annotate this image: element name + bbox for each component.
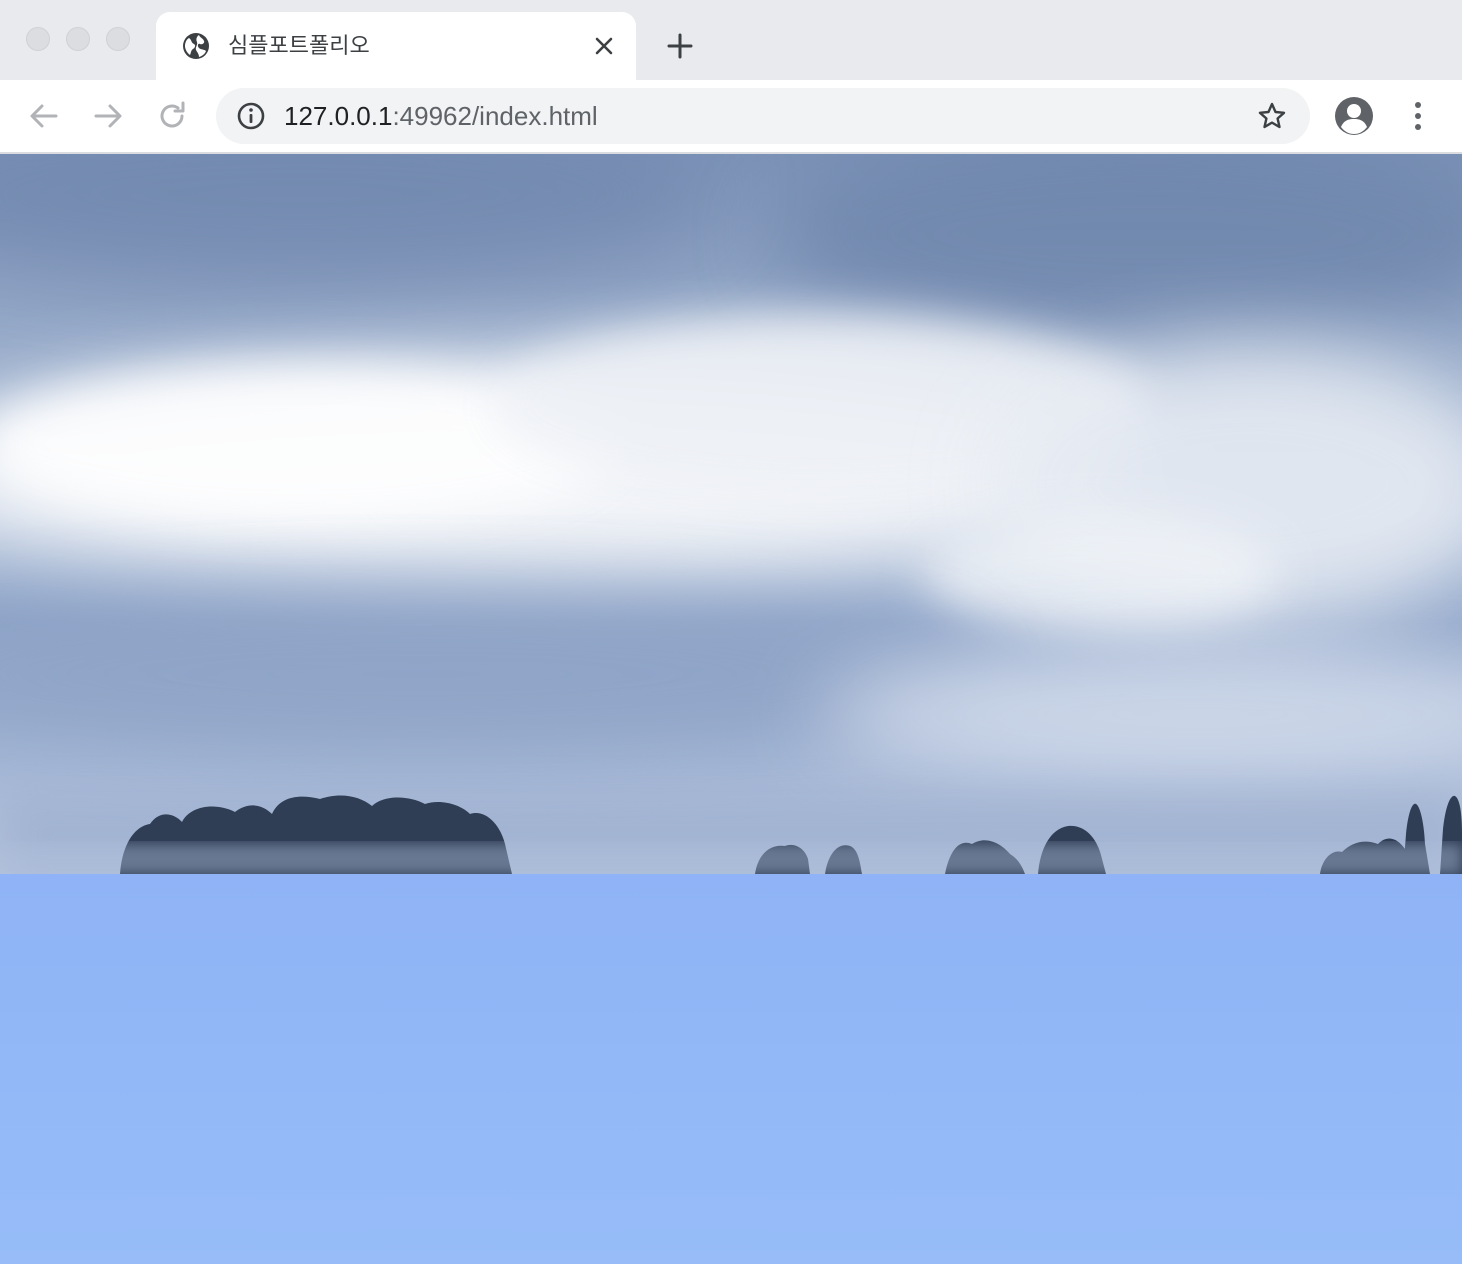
- window-close-button[interactable]: [26, 27, 50, 51]
- hero-image: [0, 154, 1462, 874]
- globe-icon: [183, 33, 209, 59]
- tab-title: 심플포트폴리오: [228, 33, 370, 58]
- url-text[interactable]: 127.0.0.1:49962/index.html: [284, 101, 598, 131]
- window-minimize-button[interactable]: [66, 27, 90, 51]
- cloudy-sky-image: [0, 154, 1462, 874]
- plus-icon[interactable]: [664, 30, 696, 62]
- account-circle-icon[interactable]: [1332, 94, 1376, 138]
- toolbar: 127.0.0.1:49962/index.html: [0, 80, 1462, 154]
- tab-strip: 심플포트폴리오: [0, 0, 1462, 80]
- address-bar[interactable]: 127.0.0.1:49962/index.html: [216, 88, 1310, 144]
- kebab-menu-icon[interactable]: [1402, 98, 1434, 134]
- close-icon[interactable]: [590, 32, 618, 60]
- url-path: :49962/index.html: [392, 101, 598, 131]
- sky-background-section: [0, 874, 1462, 1264]
- page-viewport: [0, 154, 1462, 1264]
- arrow-right-icon[interactable]: [90, 98, 126, 134]
- reload-icon[interactable]: [154, 98, 190, 134]
- star-icon[interactable]: [1256, 100, 1288, 132]
- arrow-left-icon[interactable]: [26, 98, 62, 134]
- tab-active[interactable]: 심플포트폴리오: [156, 12, 636, 80]
- info-icon[interactable]: [236, 101, 266, 131]
- window-maximize-button[interactable]: [106, 27, 130, 51]
- browser-window: 심플포트폴리오 127.0.0.1:49962/index.html: [0, 0, 1462, 1264]
- url-host: 127.0.0.1: [284, 101, 393, 131]
